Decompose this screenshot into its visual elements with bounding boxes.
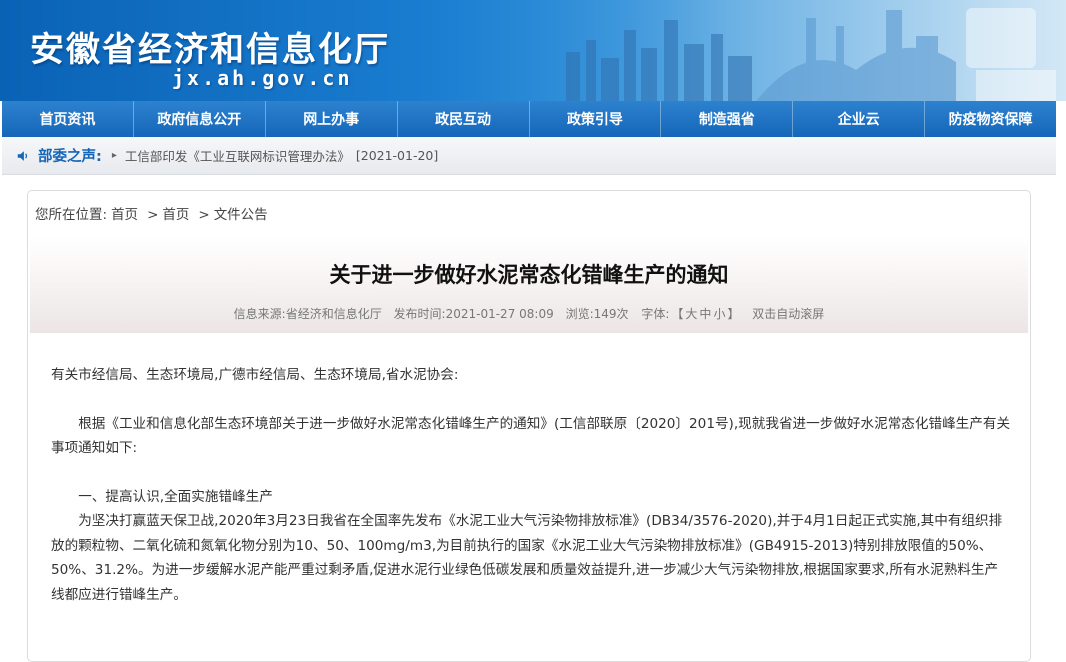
nav-item-home-news[interactable]: 首页资讯 xyxy=(2,101,134,137)
breadcrumb-item-announcements[interactable]: 文件公告 xyxy=(214,207,268,223)
font-size-control: 字体: 【大中小】 xyxy=(640,307,740,321)
font-bracket-close: 】 xyxy=(727,307,740,321)
article-meta: 信息来源:省经济和信息化厅 发布时间:2021-01-27 08:09 浏览:1… xyxy=(30,305,1028,322)
breadcrumb-separator: > xyxy=(147,207,159,223)
nav-item-epidemic-supplies[interactable]: 防疫物资保障 xyxy=(925,101,1056,137)
city-skyline-graphic xyxy=(506,0,1066,101)
auto-scroll-toggle[interactable]: 双击自动滚屏 xyxy=(752,307,824,321)
site-title[interactable]: 安徽省经济和信息化厅 xyxy=(30,22,390,71)
breadcrumb-item-home[interactable]: 首页 xyxy=(111,207,138,223)
article-heading-1: 一、提高认识,全面实施错峰生产 xyxy=(78,488,273,505)
article-header: 关于进一步做好水泥常态化错峰生产的通知 信息来源:省经济和信息化厅 发布时间:2… xyxy=(30,237,1028,333)
font-small-button[interactable]: 小 xyxy=(713,307,725,321)
nav-item-manufacturing[interactable]: 制造强省 xyxy=(661,101,794,137)
announcement-bar: 部委之声: ▸ 工信部印发《工业互联网标识管理办法》 [2021-01-20] xyxy=(2,137,1056,175)
meta-publish-time: 发布时间:2021-01-27 08:09 xyxy=(393,307,554,321)
font-medium-button[interactable]: 中 xyxy=(699,307,711,321)
nav-item-gov-info[interactable]: 政府信息公开 xyxy=(134,101,266,137)
article-paragraph-2: 为坚决打赢蓝天保卫战,2020年3月23日我省在全国率先发布《水泥工业大气污染物… xyxy=(51,513,1003,603)
nav-item-policy[interactable]: 政策引导 xyxy=(530,101,662,137)
announcement-label: 部委之声: xyxy=(38,149,102,165)
article-paragraph-1: 根据《工业和信息化部生态环境部关于进一步做好水泥常态化错峰生产的通知》(工信部联… xyxy=(51,415,1011,457)
meta-views: 浏览:149次 xyxy=(565,307,629,321)
article-salutation: 有关市经信局、生态环境局,广德市经信局、生态环境局,省水泥协会: xyxy=(51,367,459,383)
announcement-link[interactable]: 工信部印发《工业互联网标识管理办法》 xyxy=(125,146,350,165)
font-bracket-open: 【 xyxy=(671,307,684,321)
font-size-label: 字体: xyxy=(641,307,670,321)
main-nav: 首页资讯 政府信息公开 网上办事 政民互动 政策引导 制造强省 企业云 防疫物资… xyxy=(2,101,1056,137)
breadcrumb-prefix: 您所在位置: xyxy=(35,207,108,223)
arrow-right-icon: ▸ xyxy=(111,150,117,161)
speaker-icon xyxy=(17,150,28,161)
site-url: jx.ah.gov.cn xyxy=(172,66,353,90)
nav-item-enterprise-cloud[interactable]: 企业云 xyxy=(793,101,926,137)
breadcrumb: 您所在位置: 首页 > 首页 > 文件公告 xyxy=(35,203,272,223)
font-large-button[interactable]: 大 xyxy=(685,307,697,321)
breadcrumb-item-home-2[interactable]: 首页 xyxy=(162,207,189,223)
nav-item-online-service[interactable]: 网上办事 xyxy=(266,101,398,137)
article-body: 有关市经信局、生态环境局,广德市经信局、生态环境局,省水泥协会: 根据《工业和信… xyxy=(51,349,1011,607)
breadcrumb-separator: > xyxy=(198,207,210,223)
site-banner: 安徽省经济和信息化厅 jx.ah.gov.cn xyxy=(0,0,1066,101)
nav-item-interaction[interactable]: 政民互动 xyxy=(398,101,530,137)
article-title: 关于进一步做好水泥常态化错峰生产的通知 xyxy=(329,263,729,287)
meta-source: 信息来源:省经济和信息化厅 xyxy=(233,307,382,321)
announcement-date: [2021-01-20] xyxy=(355,148,439,163)
content-panel: 您所在位置: 首页 > 首页 > 文件公告 关于进一步做好水泥常态化错峰生产的通知 信息来… xyxy=(27,190,1031,662)
